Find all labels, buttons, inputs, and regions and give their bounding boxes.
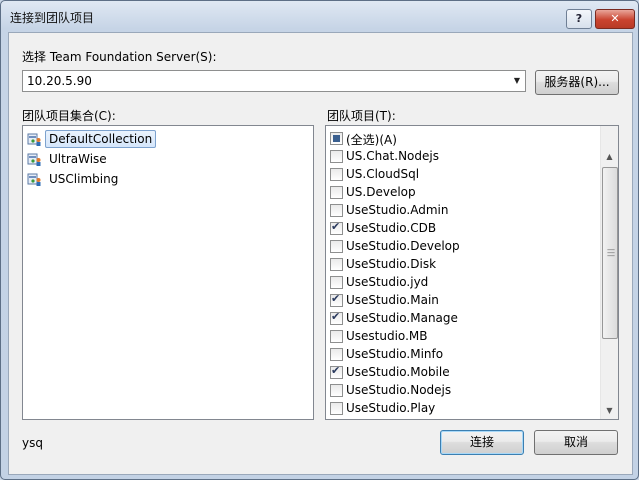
server-selected-value: 10.20.5.90 (27, 74, 92, 88)
grip-icon: — — — (607, 245, 615, 260)
project-item[interactable]: ✔UseStudio.Disk (328, 255, 598, 273)
connect-button[interactable]: 连接 (440, 430, 524, 455)
project-item[interactable]: ✔ UseStudio.Mobile (328, 363, 598, 381)
project-checkbox[interactable]: ✔ (330, 292, 343, 307)
project-item[interactable]: ✔US.CloudSql (328, 165, 598, 183)
collections-list[interactable]: DefaultCollection UltraWise USClimbing (22, 125, 314, 420)
projects-scrollbar[interactable]: ▲ — — — ▼ (600, 126, 618, 419)
project-checkbox[interactable]: ✔ (330, 348, 343, 361)
project-item-label: UseStudio.Disk (346, 257, 437, 271)
project-item-label: UseStudio.jyd (346, 275, 429, 289)
scroll-thumb[interactable]: — — — (602, 167, 618, 339)
project-item-label: UseStudio.CDB (346, 221, 437, 235)
project-item[interactable]: ✔Usestudio.MB (328, 327, 598, 345)
collection-item[interactable]: USClimbing (26, 170, 152, 187)
project-item[interactable]: ✔ UseStudio.Main (328, 291, 598, 309)
team-collection-icon (27, 173, 41, 186)
project-item[interactable]: ✔US.Develop (328, 183, 598, 201)
project-item-label: UseStudio.Develop (346, 239, 460, 253)
team-collection-icon (27, 133, 41, 146)
server-label: 选择 Team Foundation Server(S): (22, 50, 217, 64)
project-checkbox[interactable]: ✔ (330, 240, 343, 253)
project-item-label: UseStudio.Nodejs (346, 383, 452, 397)
project-checkbox[interactable]: ✔ (330, 330, 343, 343)
project-item-label: UseStudio.Minfo (346, 347, 444, 361)
dialog-body: 选择 Team Foundation Server(S): 10.20.5.90… (8, 32, 633, 475)
window-title: 连接到团队项目 (10, 11, 95, 25)
project-item[interactable]: ✔UseStudio.jyd (328, 273, 598, 291)
connect-dialog: 连接到团队项目 ? ✕ 选择 Team Foundation Server(S)… (0, 0, 639, 480)
scroll-down-icon[interactable]: ▼ (601, 402, 618, 419)
project-checkbox[interactable]: ✔ (330, 186, 343, 199)
project-checkbox[interactable]: ✔ (330, 150, 343, 163)
project-item-label: US.Chat.Nodejs (346, 149, 439, 163)
collection-item[interactable]: UltraWise (26, 150, 152, 167)
project-item-label: UseStudio.Play (346, 401, 436, 415)
collection-item-label: USClimbing (49, 172, 119, 186)
project-item[interactable]: ✔ UseStudio.Manage (328, 309, 598, 327)
checkmark-icon: ✔ (331, 220, 341, 233)
cancel-button[interactable]: 取消 (534, 430, 618, 455)
project-checkbox[interactable]: ✔ (330, 384, 343, 397)
project-item-label: US.CloudSql (346, 167, 420, 181)
project-checkbox[interactable]: ✔ (330, 204, 343, 217)
project-checkbox[interactable]: ✔ (330, 276, 343, 289)
project-item-label: UseStudio.Main (346, 293, 439, 307)
collection-item[interactable]: DefaultCollection (26, 130, 157, 148)
help-button[interactable]: ? (566, 9, 592, 29)
collection-item-label: UltraWise (49, 152, 107, 166)
project-item[interactable]: ✔US.Chat.Nodejs (328, 147, 598, 165)
project-item[interactable]: ✔UseStudio.Nodejs (328, 381, 598, 399)
project-checkbox[interactable]: ✔ (330, 310, 343, 325)
project-checkbox[interactable]: ✔ (330, 168, 343, 181)
user-name: ysq (22, 436, 43, 450)
checkmark-icon: ✔ (331, 364, 341, 377)
select-all-label: (全选)(A) (346, 133, 397, 147)
project-item[interactable]: ✔UseStudio.Minfo (328, 345, 598, 363)
project-item[interactable]: ✔UseStudio.Admin (328, 201, 598, 219)
select-all-row[interactable]: (全选)(A) (328, 129, 598, 147)
project-item[interactable]: ✔ UseStudio.CDB (328, 219, 598, 237)
chevron-down-icon[interactable]: ▼ (509, 71, 525, 91)
project-item-label: Usestudio.MB (346, 329, 428, 343)
project-checkbox[interactable]: ✔ (330, 258, 343, 271)
select-all-checkbox[interactable] (330, 132, 343, 145)
projects-label: 团队项目(T): (327, 109, 396, 123)
collections-label: 团队项目集合(C): (22, 109, 116, 123)
collection-item-label: DefaultCollection (45, 130, 157, 148)
project-item-label: UseStudio.Mobile (346, 365, 450, 379)
title-bar[interactable]: 连接到团队项目 ? ✕ (1, 1, 638, 31)
server-combobox[interactable]: 10.20.5.90 ▼ (22, 70, 526, 92)
project-checkbox[interactable]: ✔ (330, 364, 343, 379)
close-button[interactable]: ✕ (595, 9, 635, 29)
project-item[interactable]: ✔UseStudio.Play (328, 399, 598, 417)
project-item-label: UseStudio.Manage (346, 311, 458, 325)
project-checkbox[interactable]: ✔ (330, 402, 343, 415)
project-item[interactable]: ✔UseStudio.Develop (328, 237, 598, 255)
project-checkbox[interactable]: ✔ (330, 220, 343, 235)
checkmark-icon: ✔ (331, 310, 341, 323)
project-item-label: UseStudio.Admin (346, 203, 449, 217)
projects-list[interactable]: (全选)(A) ✔US.Chat.Nodejs✔US.CloudSql✔US.D… (325, 125, 619, 420)
project-item-label: US.Develop (346, 185, 416, 199)
scroll-up-icon[interactable]: ▲ (601, 148, 618, 165)
checkmark-icon: ✔ (331, 292, 341, 305)
team-collection-icon (27, 153, 41, 166)
servers-button[interactable]: 服务器(R)... (535, 70, 619, 95)
